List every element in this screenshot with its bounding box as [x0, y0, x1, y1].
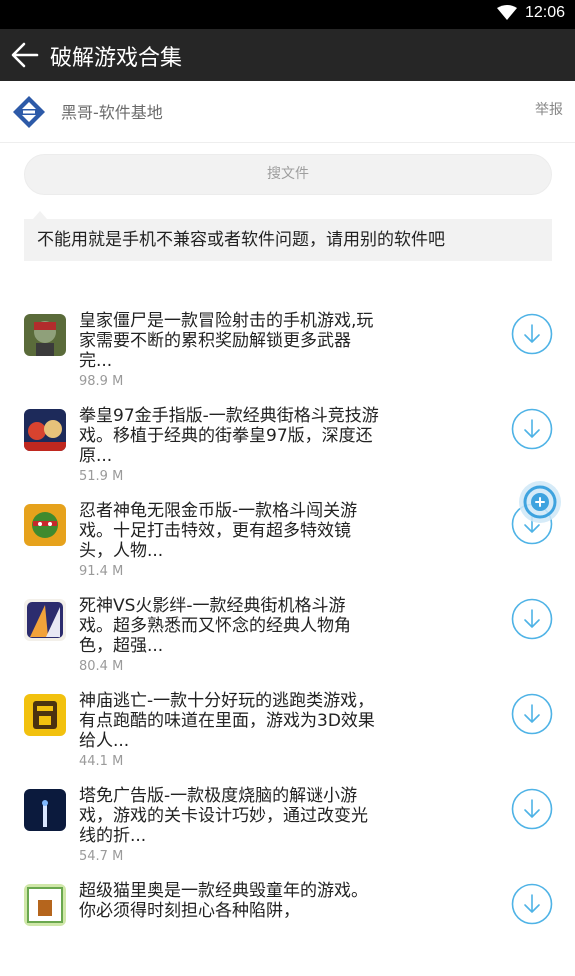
item-description: 塔免广告版-一款极度烧脑的解谜小游戏，游戏的关卡设计巧妙，通过改变光线的折... — [79, 786, 368, 846]
status-right: 12:06 — [496, 4, 565, 22]
item-description: 神庙逃亡-一款十分好玩的逃跑类游戏，有点跑酷的味道在里面，游戏为3D效果 给人.… — [79, 691, 375, 751]
item-size: 91.4 M — [79, 564, 124, 579]
game-thumbnail — [24, 504, 66, 546]
list-item[interactable]: 超级猫里奥是一款经典毁童年的游戏。你必须得时刻担心各种陷阱， — [0, 881, 575, 976]
list-item[interactable]: 拳皇97金手指版-一款经典街格斗竞技游戏。移植于经典的街拳皇97版，深度还原..… — [0, 406, 575, 501]
status-bar: 12:06 — [0, 0, 575, 29]
list-item[interactable]: 死神VS火影绊-一款经典街机格斗游戏。超多熟悉而又怀念的经典人物角色，超强...… — [0, 596, 575, 691]
page-title: 破解游戏合集 — [50, 46, 183, 71]
download-icon[interactable] — [511, 313, 553, 355]
list-item[interactable]: 忍者神龟无限金币版-一款格斗闯关游戏。十足打击特效，更有超多特效镜头，人物...… — [0, 501, 575, 596]
game-thumbnail — [24, 694, 66, 736]
download-icon[interactable] — [511, 883, 553, 925]
game-thumbnail — [24, 599, 66, 641]
list-item[interactable]: 神庙逃亡-一款十分好玩的逃跑类游戏，有点跑酷的味道在里面，游戏为3D效果 给人.… — [0, 691, 575, 786]
floating-assistant-icon[interactable] — [518, 480, 562, 524]
item-description: 超级猫里奥是一款经典毁童年的游戏。你必须得时刻担心各种陷阱， — [79, 881, 368, 921]
back-arrow-icon[interactable] — [10, 41, 40, 69]
report-link[interactable]: 举报 — [535, 99, 563, 119]
notice-pointer — [33, 211, 47, 219]
download-icon[interactable] — [511, 693, 553, 735]
user-name[interactable]: 黑哥-软件基地 — [61, 99, 163, 123]
game-thumbnail — [24, 409, 66, 451]
item-description: 皇家僵尸是一款冒险射击的手机游戏,玩家需要不断的累积奖励解锁更多武器完... — [79, 311, 374, 371]
user-logo-icon[interactable] — [11, 94, 47, 130]
item-size: 44.1 M — [79, 754, 124, 769]
item-size: 51.9 M — [79, 469, 124, 484]
item-size: 80.4 M — [79, 659, 124, 674]
wifi-icon — [496, 5, 517, 20]
status-time: 12:06 — [524, 4, 565, 21]
item-size: 54.7 M — [79, 849, 124, 864]
search-input[interactable]: 搜文件 — [24, 154, 552, 195]
app-bar: 破解游戏合集 — [0, 29, 575, 81]
item-size: 98.9 M — [79, 374, 124, 389]
game-thumbnail — [24, 789, 66, 831]
notice-text: 不能用就是手机不兼容或者软件问题，请用别的软件吧 — [24, 219, 552, 261]
download-icon[interactable] — [511, 598, 553, 640]
item-description: 拳皇97金手指版-一款经典街格斗竞技游戏。移植于经典的街拳皇97版，深度还原..… — [79, 406, 379, 466]
download-icon[interactable] — [511, 788, 553, 830]
user-row: 黑哥-软件基地 举报 — [0, 81, 575, 143]
download-icon[interactable] — [511, 408, 553, 450]
list-item[interactable]: 塔免广告版-一款极度烧脑的解谜小游戏，游戏的关卡设计巧妙，通过改变光线的折...… — [0, 786, 575, 881]
item-description: 死神VS火影绊-一款经典街机格斗游戏。超多熟悉而又怀念的经典人物角色，超强... — [79, 596, 351, 656]
item-description: 忍者神龟无限金币版-一款格斗闯关游戏。十足打击特效，更有超多特效镜头，人物... — [79, 501, 358, 561]
game-thumbnail — [24, 884, 66, 926]
list-item[interactable]: 皇家僵尸是一款冒险射击的手机游戏,玩家需要不断的累积奖励解锁更多武器完... 9… — [0, 311, 575, 406]
game-thumbnail — [24, 314, 66, 356]
